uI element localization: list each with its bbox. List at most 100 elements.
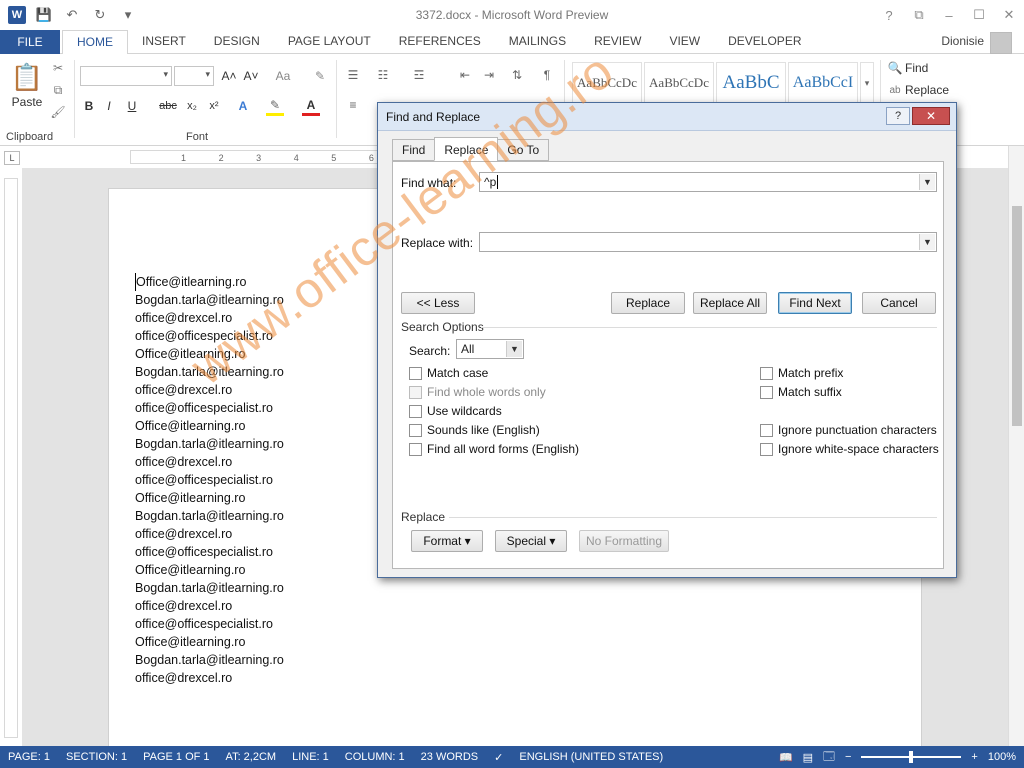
proofing-icon[interactable]: ✓ bbox=[486, 751, 511, 764]
italic-button[interactable]: I bbox=[102, 96, 116, 116]
text-effects-icon[interactable]: A bbox=[234, 96, 252, 116]
sounds-like-checkbox[interactable]: Sounds like (English) bbox=[409, 423, 540, 437]
status-page-of[interactable]: PAGE 1 OF 1 bbox=[135, 751, 217, 763]
find-button[interactable]: Find bbox=[905, 60, 939, 76]
format-button[interactable]: Format ▾ bbox=[411, 530, 483, 552]
font-name-combo[interactable] bbox=[80, 66, 172, 86]
show-marks-icon[interactable]: ¶ bbox=[538, 66, 556, 84]
numbering-icon[interactable]: ☷ bbox=[374, 66, 392, 84]
style-heading-2[interactable]: AaBbCcI bbox=[788, 62, 858, 104]
search-direction-select[interactable]: All ▼ bbox=[456, 339, 524, 359]
status-at[interactable]: AT: 2,2CM bbox=[218, 751, 285, 763]
bullets-icon[interactable]: ☰ bbox=[344, 66, 362, 84]
dialog-title-bar[interactable]: Find and Replace ? ✕ bbox=[378, 103, 956, 131]
zoom-level[interactable]: 100% bbox=[988, 751, 1016, 763]
underline-button[interactable]: U bbox=[124, 96, 140, 116]
replace-button[interactable]: Replace bbox=[611, 292, 685, 314]
vertical-ruler[interactable] bbox=[4, 178, 18, 738]
tab-developer[interactable]: DEVELOPER bbox=[714, 30, 815, 54]
vertical-scrollbar[interactable] bbox=[1008, 146, 1024, 746]
tab-selector[interactable]: L bbox=[4, 151, 20, 165]
font-color-icon[interactable]: A bbox=[302, 96, 320, 116]
document-body[interactable]: Office@itlearning.ro Bogdan.tarla@itlear… bbox=[135, 273, 284, 687]
zoom-slider[interactable] bbox=[861, 751, 962, 763]
ignore-whitespace-checkbox[interactable]: Ignore white-space characters bbox=[760, 442, 939, 456]
wildcards-checkbox[interactable]: Use wildcards bbox=[409, 404, 502, 418]
web-layout-icon[interactable]: 🗔 bbox=[823, 748, 835, 767]
status-line[interactable]: LINE: 1 bbox=[284, 751, 337, 763]
copy-icon[interactable]: ⧉ bbox=[50, 82, 66, 98]
tab-design[interactable]: DESIGN bbox=[200, 30, 274, 54]
checkbox-box[interactable] bbox=[409, 423, 422, 437]
style-heading-1[interactable]: AaBbC bbox=[716, 62, 786, 104]
font-size-combo[interactable] bbox=[174, 66, 214, 86]
find-history-dropdown-icon[interactable]: ▼ bbox=[919, 174, 935, 190]
tab-insert[interactable]: INSERT bbox=[128, 30, 200, 54]
user-name[interactable]: Dionisie bbox=[941, 34, 984, 48]
find-what-input[interactable]: ^p ▼ bbox=[479, 172, 937, 192]
tab-go-to[interactable]: Go To bbox=[497, 139, 550, 161]
ribbon-display-icon[interactable]: ⧉ bbox=[904, 0, 934, 30]
checkbox-box[interactable] bbox=[760, 442, 773, 456]
checkbox-box[interactable] bbox=[409, 404, 422, 418]
subscript-button[interactable]: x₂ bbox=[184, 96, 200, 116]
find-icon[interactable]: 🔍 bbox=[888, 60, 903, 76]
grow-font-icon[interactable]: A˄ bbox=[220, 66, 238, 86]
checkbox-box[interactable] bbox=[409, 442, 422, 456]
match-suffix-checkbox[interactable]: Match suffix bbox=[760, 385, 842, 399]
scrollbar-thumb[interactable] bbox=[1012, 206, 1022, 426]
replace-with-input[interactable]: ▼ bbox=[479, 232, 937, 252]
dialog-close-button[interactable]: ✕ bbox=[912, 107, 950, 125]
minimize-button[interactable]: – bbox=[934, 0, 964, 30]
tab-view[interactable]: VIEW bbox=[655, 30, 714, 54]
maximize-button[interactable]: ☐ bbox=[964, 0, 994, 30]
zoom-out-button[interactable]: − bbox=[845, 751, 851, 763]
clear-formatting-icon[interactable]: ✎ bbox=[310, 66, 330, 86]
checkbox-box[interactable] bbox=[760, 366, 773, 380]
less-button[interactable]: << Less bbox=[401, 292, 475, 314]
checkbox-box[interactable] bbox=[409, 366, 422, 380]
paste-button[interactable]: Paste bbox=[8, 94, 46, 110]
search-direction-dropdown-icon[interactable]: ▼ bbox=[506, 341, 522, 357]
shrink-font-icon[interactable]: A˅ bbox=[242, 66, 260, 86]
sort-icon[interactable]: ⇅ bbox=[508, 66, 526, 84]
paste-icon[interactable]: 📋 bbox=[10, 60, 44, 94]
zoom-in-button[interactable]: + bbox=[971, 751, 977, 763]
styles-gallery-more-icon[interactable]: ▾ bbox=[860, 62, 874, 104]
status-language[interactable]: ENGLISH (UNITED STATES) bbox=[511, 751, 671, 763]
word-forms-checkbox[interactable]: Find all word forms (English) bbox=[409, 442, 579, 456]
special-button[interactable]: Special ▾ bbox=[495, 530, 567, 552]
status-column[interactable]: COLUMN: 1 bbox=[337, 751, 413, 763]
avatar[interactable] bbox=[990, 32, 1012, 54]
checkbox-box[interactable] bbox=[760, 423, 773, 437]
find-next-button[interactable]: Find Next bbox=[778, 292, 852, 314]
strikethrough-button[interactable]: abc bbox=[156, 96, 180, 116]
superscript-button[interactable]: x² bbox=[206, 96, 222, 116]
tab-references[interactable]: REFERENCES bbox=[385, 30, 495, 54]
read-mode-icon[interactable]: 📖 bbox=[779, 751, 793, 764]
tab-review[interactable]: REVIEW bbox=[580, 30, 655, 54]
status-page[interactable]: PAGE: 1 bbox=[0, 751, 58, 763]
match-case-checkbox[interactable]: Match case bbox=[409, 366, 488, 380]
style-normal[interactable]: AaBbCcDc bbox=[572, 62, 642, 104]
increase-indent-icon[interactable]: ⇥ bbox=[480, 66, 498, 84]
align-left-icon[interactable]: ≡ bbox=[344, 96, 362, 114]
multilevel-list-icon[interactable]: ☲ bbox=[410, 66, 428, 84]
tab-find[interactable]: Find bbox=[392, 139, 436, 161]
help-icon[interactable]: ? bbox=[874, 0, 904, 30]
checkbox-box[interactable] bbox=[760, 385, 773, 399]
zoom-slider-thumb[interactable] bbox=[909, 751, 914, 763]
bold-button[interactable]: B bbox=[82, 96, 96, 116]
replace-all-button[interactable]: Replace All bbox=[693, 292, 767, 314]
format-painter-icon[interactable]: 🖌 bbox=[50, 104, 66, 120]
tab-replace[interactable]: Replace bbox=[434, 137, 499, 161]
dialog-help-button[interactable]: ? bbox=[886, 107, 910, 125]
cancel-button[interactable]: Cancel bbox=[862, 292, 936, 314]
highlight-icon[interactable]: ✎ bbox=[266, 96, 284, 116]
replace-icon[interactable]: ab bbox=[888, 82, 902, 98]
close-button[interactable]: ✕ bbox=[994, 0, 1024, 30]
tab-home[interactable]: HOME bbox=[62, 30, 128, 55]
tab-page-layout[interactable]: PAGE LAYOUT bbox=[274, 30, 385, 54]
status-words[interactable]: 23 WORDS bbox=[413, 751, 486, 763]
status-section[interactable]: SECTION: 1 bbox=[58, 751, 135, 763]
